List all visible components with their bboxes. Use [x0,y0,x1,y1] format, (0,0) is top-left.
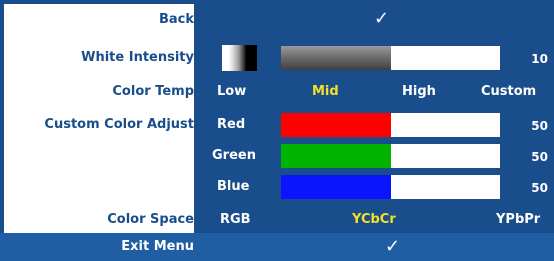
color-temp-label: Color Temp [112,84,194,99]
blue-value: 50 [531,181,548,195]
color-temp-option-low[interactable]: Low [217,84,246,100]
red-channel-label: Red [217,117,246,132]
green-channel-label: Green [212,148,256,163]
back-menu-item[interactable]: Back [159,12,194,28]
color-space-option-ycbcr[interactable]: YCbCr [352,212,396,228]
color-space-option-ypbpr[interactable]: YPbPr [496,212,540,228]
blue-slider[interactable] [281,175,500,199]
color-temp-option-high[interactable]: High [402,84,436,100]
green-value: 50 [531,150,548,164]
red-slider-fill [281,113,391,137]
osd-menu-panel: Back ✓ White Intensity 10 Color Temp Low… [0,0,554,261]
red-value: 50 [531,119,548,133]
green-slider[interactable] [281,144,500,168]
color-space-label: Color Space [107,212,194,227]
color-temp-option-mid[interactable]: Mid [312,84,339,100]
color-temp-option-custom[interactable]: Custom [481,84,536,100]
back-check-icon[interactable]: ✓ [374,10,389,28]
white-intensity-slider[interactable] [281,46,500,70]
exit-check-icon[interactable]: ✓ [385,238,400,256]
white-intensity-slider-fill [281,46,391,70]
blue-slider-fill [281,175,391,199]
exit-menu-label[interactable]: Exit Menu [0,239,194,255]
green-slider-fill [281,144,391,168]
blue-channel-label: Blue [217,179,250,194]
custom-color-adjust-label: Custom Color Adjust [44,117,194,132]
white-intensity-label: White Intensity [81,50,194,65]
white-intensity-swatch-icon [222,45,257,71]
red-slider[interactable] [281,113,500,137]
color-space-option-rgb[interactable]: RGB [220,212,251,228]
white-intensity-value: 10 [531,52,548,66]
